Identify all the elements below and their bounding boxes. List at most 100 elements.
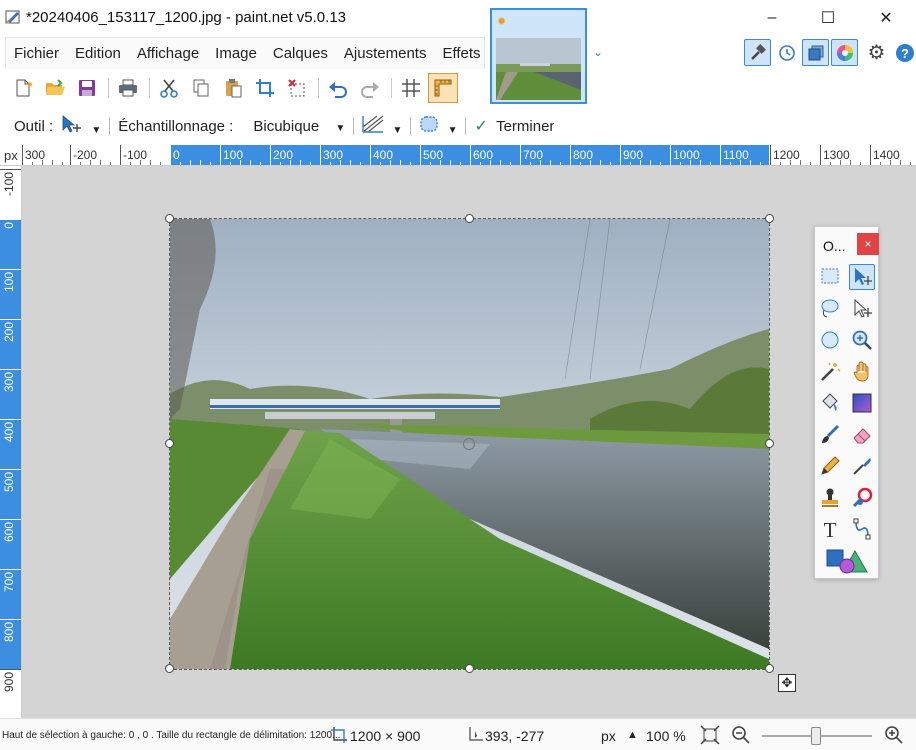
antialiasing-dropdown[interactable]: ▼ [362, 115, 402, 137]
undo-icon [329, 82, 347, 98]
new-file-button[interactable]: ✹ [8, 73, 38, 103]
eraser-tool[interactable] [849, 422, 875, 448]
zoom-slider-thumb[interactable] [811, 727, 821, 745]
crop-to-selection-button[interactable] [250, 73, 280, 103]
paint-bucket-tool[interactable] [817, 390, 843, 416]
shapes-tool[interactable] [822, 548, 870, 574]
ruler-tick [470, 145, 471, 165]
magic-wand-icon [821, 362, 841, 381]
dropdown-caret-icon: ▼ [335, 122, 346, 134]
selection-handle-left[interactable] [165, 439, 174, 448]
menu-layers[interactable]: Calques [265, 45, 336, 62]
save-icon [79, 80, 95, 96]
line-curve-tool[interactable] [849, 516, 875, 542]
ruler-tick-label: 700 [2, 572, 16, 593]
zoom-level[interactable]: 100 % [646, 728, 686, 744]
help-button[interactable]: ? [891, 39, 916, 66]
selection-handle-bottom[interactable] [465, 664, 474, 673]
cut-button[interactable] [154, 73, 184, 103]
rect-select-icon [821, 268, 839, 284]
rectangle-select-tool[interactable] [817, 264, 843, 290]
text-tool[interactable]: T [817, 516, 843, 542]
horizontal-ruler: px 300 -200 -100 0 100 200 300 400 500 600 700 800 9… [0, 145, 916, 166]
selection-handle-bottom-right[interactable] [765, 664, 774, 673]
ruler-tick-label: 0 [173, 148, 180, 162]
finish-button[interactable]: ✓ Terminer [474, 116, 554, 136]
zoom-to-window-icon[interactable] [700, 725, 720, 745]
maximize-button[interactable]: ☐ [800, 0, 856, 36]
redo-button[interactable] [355, 73, 385, 103]
selection-handle-top-right[interactable] [765, 214, 774, 223]
menu-view[interactable]: Affichage [129, 45, 207, 62]
layers-panel-toggle[interactable] [802, 39, 829, 66]
print-button[interactable] [113, 73, 143, 103]
menu-image[interactable]: Image [207, 45, 265, 62]
toolbar-separator [149, 78, 150, 98]
move-handle-icon[interactable]: ✥ [778, 674, 796, 692]
paintnet-app-icon [5, 10, 20, 24]
sampling-dropdown[interactable]: Bicubique ▼ [253, 118, 345, 135]
move-selected-tool-dropdown[interactable]: ▼ [61, 115, 101, 137]
minimize-button[interactable]: – [744, 0, 800, 36]
cursor-position-icon [469, 727, 483, 741]
ruler-toggle-button[interactable] [428, 73, 458, 103]
tabs-chevron-icon[interactable]: ⌄ [593, 45, 603, 59]
undo-button[interactable] [323, 73, 353, 103]
image-size-icon [331, 727, 347, 743]
menu-edit[interactable]: Edition [67, 45, 129, 62]
paintbrush-tool[interactable] [817, 422, 843, 448]
selection-handle-top-left[interactable] [165, 214, 174, 223]
pencil-tool[interactable] [817, 453, 843, 479]
new-file-icon: ✹ [16, 79, 33, 97]
ellipse-select-tool[interactable] [817, 327, 843, 353]
menu-effects[interactable]: Effets [434, 45, 488, 62]
clone-stamp-tool[interactable] [817, 485, 843, 511]
unit-selector[interactable]: px [601, 728, 616, 744]
tools-close-button[interactable]: × [857, 233, 879, 255]
ruler-tick [720, 145, 721, 165]
zoom-in-icon[interactable] [884, 725, 904, 745]
close-button[interactable]: ✕ [858, 0, 914, 36]
toolbar-separator [108, 78, 109, 98]
ruler-tick-label: 300 [2, 372, 16, 393]
ruler-tick [670, 145, 671, 165]
ruler-tick [0, 369, 21, 370]
zoom-out-icon[interactable] [731, 725, 751, 745]
maximize-icon: ☐ [820, 10, 836, 27]
copy-icon [193, 79, 209, 97]
selection-mode-dropdown[interactable]: ▼ [419, 115, 457, 137]
zoom-tool[interactable] [849, 327, 875, 353]
selection-handle-right[interactable] [765, 439, 774, 448]
tools-panel-toggle[interactable] [744, 39, 771, 66]
menu-adjustments[interactable]: Ajustements [336, 45, 435, 62]
paste-button[interactable] [218, 73, 248, 103]
recolor-tool[interactable] [849, 485, 875, 511]
selection-handle-bottom-left[interactable] [165, 664, 174, 673]
ruler-tick [0, 519, 21, 520]
grid-toggle-button[interactable] [396, 73, 426, 103]
status-bar: Haut de sélection à gauche: 0 , 0 . Tail… [0, 718, 916, 750]
selection-handle-top[interactable] [465, 214, 474, 223]
copy-button[interactable] [186, 73, 216, 103]
open-file-button[interactable] [40, 73, 70, 103]
pan-tool[interactable] [849, 359, 875, 385]
toolbar-separator [391, 78, 392, 98]
menu-file[interactable]: Fichier [6, 45, 67, 62]
lasso-select-tool[interactable] [817, 296, 843, 322]
ruler-tick-label: 1100 [723, 148, 749, 162]
magic-wand-tool[interactable] [817, 359, 843, 385]
settings-button[interactable]: ⚙ [863, 39, 890, 66]
status-hint: Haut de sélection à gauche: 0 , 0 . Tail… [2, 730, 341, 741]
unit-caret-icon[interactable]: ▲ [627, 729, 638, 741]
color-picker-tool[interactable] [849, 453, 875, 479]
move-selected-pixels-tool[interactable] [849, 264, 875, 290]
printer-icon [119, 79, 137, 97]
colors-panel-toggle[interactable] [831, 39, 858, 66]
move-selection-tool[interactable] [849, 296, 875, 322]
gradient-tool[interactable] [849, 390, 875, 416]
dropdown-caret-icon: ▼ [91, 125, 102, 136]
save-button[interactable] [72, 73, 102, 103]
history-panel-toggle[interactable] [773, 39, 800, 66]
deselect-button[interactable] [282, 73, 312, 103]
close-icon: ✕ [879, 10, 893, 27]
